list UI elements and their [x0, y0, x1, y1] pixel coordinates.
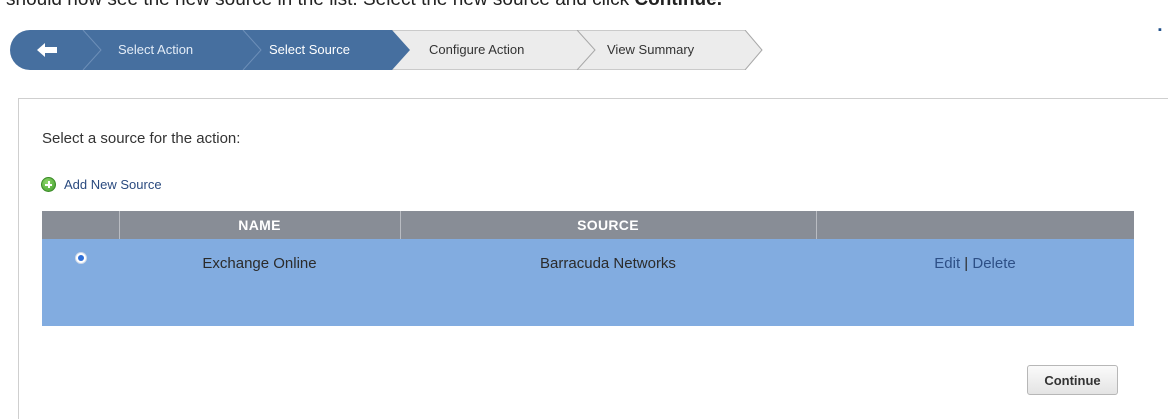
wizard-step-configure-action[interactable]: Configure Action	[429, 30, 524, 70]
row-actions-cell: Edit | Delete	[816, 239, 1134, 326]
plus-circle-icon	[41, 176, 56, 192]
table-row[interactable]: Exchange Online Barracuda Networks Edit …	[42, 239, 1134, 326]
row-source-cell: Barracuda Networks	[400, 239, 816, 326]
edge-marker: ▪	[1158, 24, 1162, 36]
select-source-prompt: Select a source for the action:	[42, 130, 241, 147]
back-arrow-icon[interactable]	[18, 34, 76, 66]
column-header-source[interactable]: SOURCE	[400, 211, 817, 239]
action-separator: |	[964, 255, 969, 272]
delete-link[interactable]: Delete	[972, 255, 1015, 272]
continue-button[interactable]: Continue	[1027, 365, 1118, 395]
row-select-cell	[42, 239, 119, 326]
edit-link[interactable]: Edit	[934, 255, 960, 272]
column-header-select	[42, 211, 120, 239]
add-new-source-link[interactable]: Add New Source	[41, 175, 162, 193]
add-new-source-label: Add New Source	[64, 176, 162, 192]
column-header-name[interactable]: NAME	[119, 211, 401, 239]
instruction-text: should now see the new source in the lis…	[6, 0, 1156, 10]
wizard-bar: Select Action Select Source Configure Ac…	[10, 30, 770, 70]
table-header-row: NAME SOURCE	[42, 211, 1134, 239]
column-header-actions	[816, 211, 1134, 239]
row-name-cell: Exchange Online	[119, 239, 400, 326]
wizard-step-select-action[interactable]: Select Action	[118, 30, 193, 70]
instruction-bold: Continue.	[634, 0, 722, 10]
instruction-prefix: should now see the new source in the lis…	[6, 0, 634, 10]
source-radio-button[interactable]	[74, 252, 87, 264]
sources-table: NAME SOURCE Exchange Online Barracuda Ne…	[42, 211, 1134, 326]
wizard-step-select-source[interactable]: Select Source	[269, 30, 350, 70]
wizard-step-view-summary[interactable]: View Summary	[607, 30, 694, 70]
